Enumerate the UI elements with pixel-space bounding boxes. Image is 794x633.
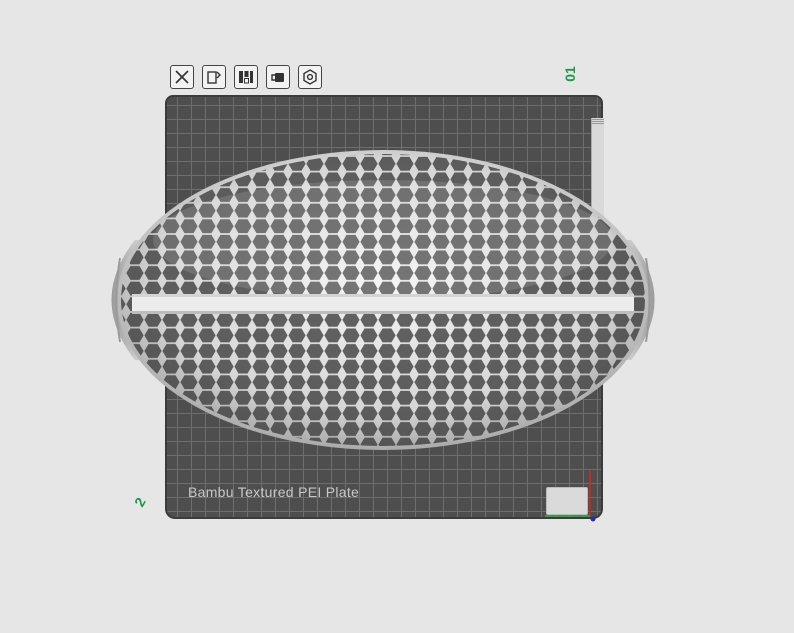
honeycomb-ball-model[interactable] <box>0 0 794 633</box>
plate-label: Bambu Textured PEI Plate <box>188 484 360 500</box>
view-cube[interactable] <box>546 487 588 515</box>
